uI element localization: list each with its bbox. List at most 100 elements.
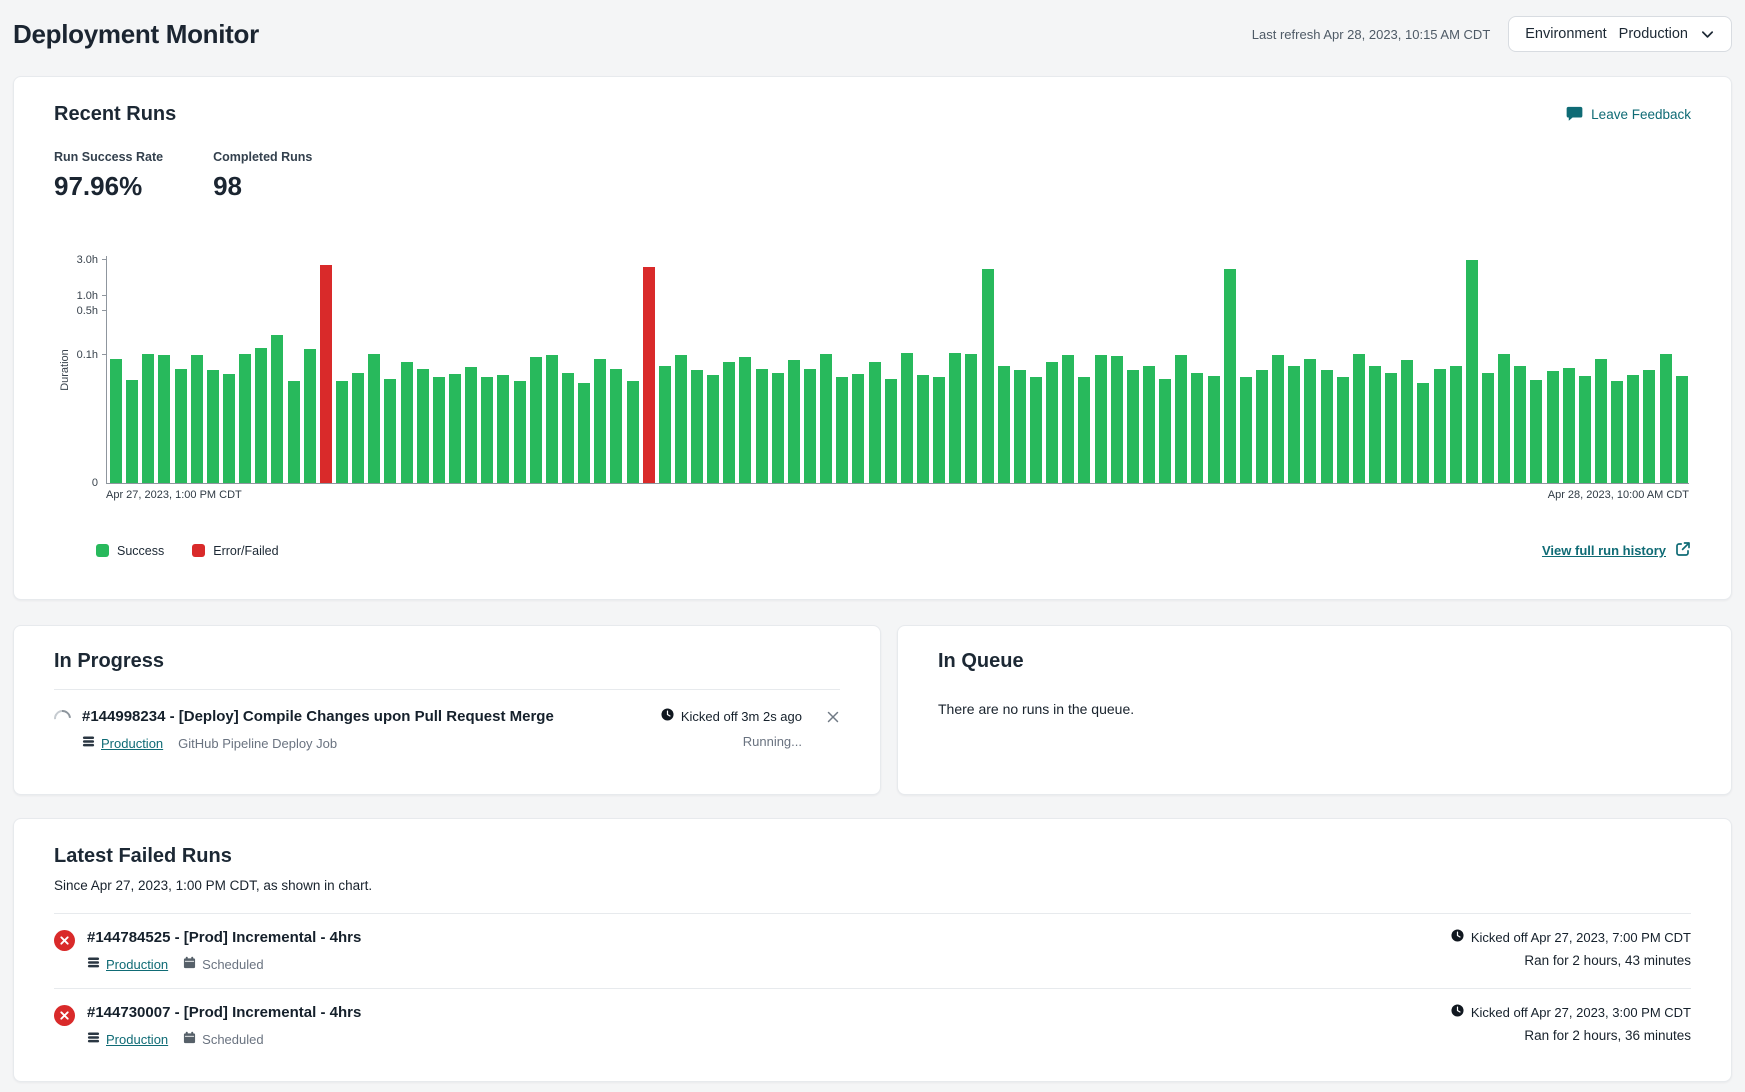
chart-bar[interactable] bbox=[1530, 380, 1542, 484]
chart-bar[interactable] bbox=[110, 359, 122, 484]
view-full-run-history-link[interactable]: View full run history bbox=[1542, 541, 1691, 560]
chart-bar[interactable] bbox=[530, 357, 542, 483]
chart-bar[interactable] bbox=[949, 353, 961, 483]
chart-bar[interactable] bbox=[304, 349, 316, 483]
chart-bar[interactable] bbox=[627, 381, 639, 483]
chart-bar[interactable] bbox=[1095, 355, 1107, 483]
chart-bar[interactable] bbox=[1660, 354, 1672, 483]
chart-bar[interactable] bbox=[514, 381, 526, 483]
chart-bar[interactable] bbox=[820, 354, 832, 483]
chart-bar[interactable] bbox=[562, 373, 574, 484]
chart-bar[interactable] bbox=[1224, 269, 1236, 483]
chart-bar[interactable] bbox=[271, 335, 283, 483]
chart-bar[interactable] bbox=[1466, 260, 1478, 483]
chart-bar[interactable] bbox=[1191, 373, 1203, 484]
chart-bar[interactable] bbox=[885, 379, 897, 483]
chart-bar[interactable] bbox=[1175, 355, 1187, 483]
chart-bar[interactable] bbox=[433, 377, 445, 483]
chart-bar[interactable] bbox=[594, 359, 606, 484]
chart-bar[interactable] bbox=[175, 369, 187, 483]
chart-bar[interactable] bbox=[1127, 370, 1139, 483]
chart-bar[interactable] bbox=[643, 267, 655, 483]
environment-link[interactable]: Production bbox=[82, 735, 163, 751]
chart-bar[interactable] bbox=[1611, 381, 1623, 483]
chart-bar[interactable] bbox=[336, 381, 348, 483]
chart-bar[interactable] bbox=[578, 383, 590, 483]
chart-bar[interactable] bbox=[1482, 373, 1494, 484]
chart-bar[interactable] bbox=[1256, 370, 1268, 483]
chart-bar[interactable] bbox=[675, 355, 687, 483]
chart-bar[interactable] bbox=[1434, 369, 1446, 483]
chart-bar[interactable] bbox=[739, 357, 751, 483]
chart-bar[interactable] bbox=[869, 362, 881, 483]
chart-bar[interactable] bbox=[901, 353, 913, 483]
chart-bar[interactable] bbox=[546, 355, 558, 483]
chart-bar[interactable] bbox=[1014, 370, 1026, 483]
chart-bar[interactable] bbox=[659, 366, 671, 484]
chart-bar[interactable] bbox=[401, 362, 413, 483]
chart-bar[interactable] bbox=[1450, 366, 1462, 484]
chart-bar[interactable] bbox=[465, 367, 477, 483]
chart-bar[interactable] bbox=[804, 369, 816, 483]
chart-bar[interactable] bbox=[1208, 376, 1220, 483]
chart-bar[interactable] bbox=[1272, 355, 1284, 483]
chart-bar[interactable] bbox=[142, 354, 154, 483]
chart-bar[interactable] bbox=[352, 373, 364, 484]
chart-bar[interactable] bbox=[1401, 360, 1413, 483]
chart-bar[interactable] bbox=[1676, 376, 1688, 483]
chart-bar[interactable] bbox=[756, 369, 768, 483]
chart-bar[interactable] bbox=[1159, 379, 1171, 483]
chart-bar[interactable] bbox=[481, 377, 493, 483]
chart-bar[interactable] bbox=[788, 360, 800, 483]
chart-bar[interactable] bbox=[933, 377, 945, 483]
chart-bar[interactable] bbox=[1046, 362, 1058, 483]
chart-bar[interactable] bbox=[982, 269, 994, 483]
chart-bar[interactable] bbox=[1369, 366, 1381, 484]
chart-bar[interactable] bbox=[207, 370, 219, 483]
leave-feedback-link[interactable]: Leave Feedback bbox=[1566, 105, 1691, 125]
chart-bar[interactable] bbox=[836, 377, 848, 483]
chart-bar[interactable] bbox=[384, 379, 396, 483]
chart-bar[interactable] bbox=[223, 374, 235, 483]
chart-bar[interactable] bbox=[1143, 366, 1155, 484]
chart-bar[interactable] bbox=[1595, 359, 1607, 484]
chart-bar[interactable] bbox=[1111, 356, 1123, 483]
chart-bar[interactable] bbox=[707, 375, 719, 483]
chart-bar[interactable] bbox=[1579, 376, 1591, 483]
chart-bar[interactable] bbox=[1417, 383, 1429, 483]
chart-bar[interactable] bbox=[917, 375, 929, 483]
chart-bar[interactable] bbox=[1514, 366, 1526, 484]
chart-bar[interactable] bbox=[1062, 355, 1074, 483]
close-icon[interactable] bbox=[826, 710, 840, 729]
chart-bar[interactable] bbox=[368, 354, 380, 483]
chart-bar[interactable] bbox=[1353, 354, 1365, 483]
chart-bar[interactable] bbox=[772, 373, 784, 484]
chart-bar[interactable] bbox=[255, 348, 267, 483]
chart-bar[interactable] bbox=[998, 366, 1010, 484]
environment-link[interactable]: Production bbox=[87, 956, 168, 972]
chart-bar[interactable] bbox=[239, 354, 251, 483]
chart-bar[interactable] bbox=[1078, 377, 1090, 483]
chart-bar[interactable] bbox=[320, 265, 332, 483]
chart-bar[interactable] bbox=[417, 369, 429, 483]
chart-bar[interactable] bbox=[1563, 368, 1575, 483]
chart-bar[interactable] bbox=[449, 374, 461, 483]
chart-bar[interactable] bbox=[1030, 377, 1042, 483]
chart-bar[interactable] bbox=[1337, 377, 1349, 483]
chart-bar[interactable] bbox=[610, 369, 622, 483]
chart-bar[interactable] bbox=[1240, 377, 1252, 483]
chart-bar[interactable] bbox=[191, 355, 203, 483]
environment-dropdown[interactable]: Environment Production bbox=[1508, 16, 1732, 52]
chart-bar[interactable] bbox=[965, 354, 977, 483]
chart-bar[interactable] bbox=[1288, 366, 1300, 484]
chart-bar[interactable] bbox=[1627, 375, 1639, 483]
chart-bar[interactable] bbox=[126, 380, 138, 484]
chart-bar[interactable] bbox=[1498, 354, 1510, 483]
chart-bar[interactable] bbox=[1547, 371, 1559, 483]
chart-bar[interactable] bbox=[723, 362, 735, 483]
chart-bar[interactable] bbox=[288, 381, 300, 483]
environment-link[interactable]: Production bbox=[87, 1031, 168, 1047]
chart-bar[interactable] bbox=[1643, 370, 1655, 483]
chart-bar[interactable] bbox=[691, 370, 703, 483]
chart-bar[interactable] bbox=[158, 355, 170, 483]
